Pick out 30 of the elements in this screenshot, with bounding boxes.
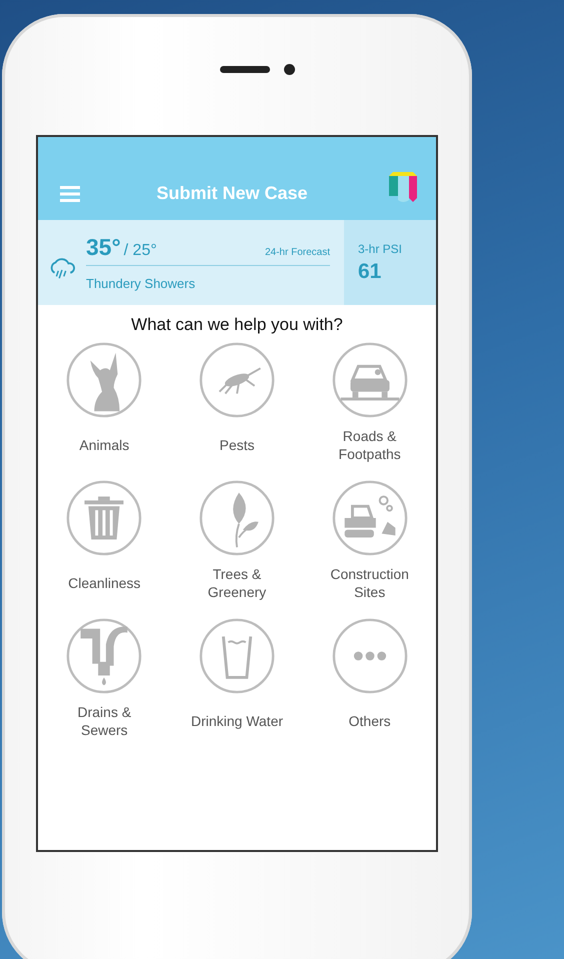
forecast-label: 24-hr Forecast [264,247,330,258]
speaker-icon [220,66,270,73]
prompt-text: What can we help you with? [130,315,344,335]
excavator-icon[interactable] [330,479,409,557]
category-label: Drinking Water [190,712,284,730]
camera-icon [284,64,294,75]
category-label: Pests [219,436,254,454]
pipe-icon[interactable] [65,617,144,695]
category-label: Trees & Greenery [206,564,268,602]
leaf-icon[interactable] [198,479,276,557]
menu-icon[interactable] [60,186,80,202]
trash-bin-icon[interactable] [65,479,144,557]
rain-cloud-icon [48,256,76,280]
category-label: Animals [79,436,130,454]
category-label: Cleanliness [68,574,141,592]
psi-value: 61 [358,260,382,284]
mosquito-icon[interactable] [198,341,276,419]
high-temperature: 35° [86,234,121,260]
car-icon[interactable] [330,341,409,419]
category-label: Roads & Footpaths [338,426,402,464]
low-temperature: / 25° [124,242,157,259]
screen-title: Submit New Case [155,183,309,204]
dog-icon[interactable] [65,341,144,419]
category-label: Drains & Sewers [76,702,132,740]
glass-icon[interactable] [198,617,276,695]
more-icon[interactable] [330,617,409,695]
weather-condition: Thundery Showers [86,276,196,291]
psi-label: 3-hr PSI [358,242,404,256]
category-label: Construction Sites [329,564,410,602]
category-label: Others [348,712,391,730]
